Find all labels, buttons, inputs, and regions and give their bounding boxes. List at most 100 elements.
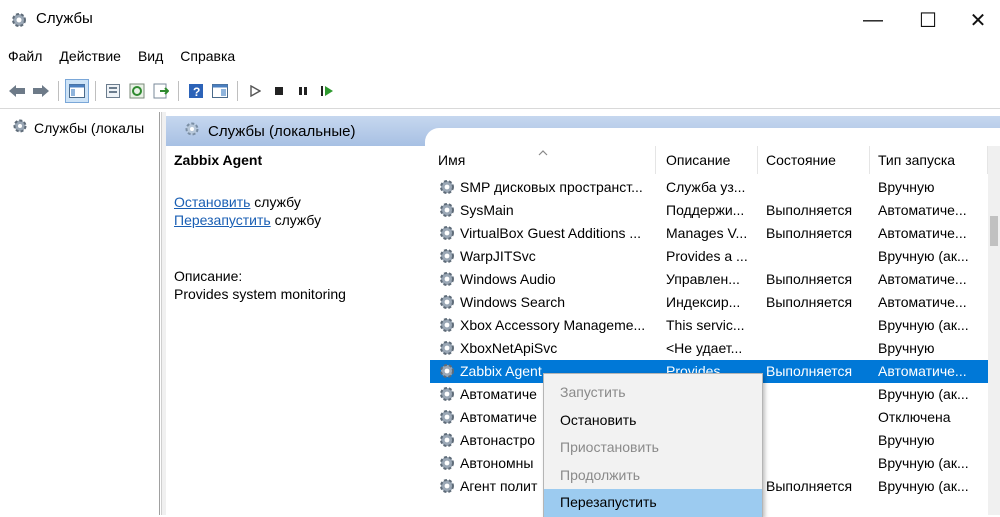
cell-name: SysMain <box>460 202 514 218</box>
cell-startup: Вручную (ак... <box>878 386 969 402</box>
service-gear-icon <box>438 362 456 383</box>
menu-help[interactable]: Справка <box>172 45 244 71</box>
table-row[interactable]: XboxNetApiSvc <Не удает... Вручную <box>430 337 990 360</box>
column-header-startup[interactable]: Тип запуска <box>870 146 988 174</box>
cell-description: Служба уз... <box>666 179 746 195</box>
table-row[interactable]: SMP дисковых пространст... Служба уз... Вр… <box>430 176 990 199</box>
table-row[interactable]: Windows Search Индексир... Выполняется Авто… <box>430 291 990 314</box>
start-service-icon[interactable] <box>244 80 266 102</box>
table-row[interactable]: WarpJITSvc Provides a ... Вручную (ак... <box>430 245 990 268</box>
table-row[interactable]: Xbox Accessory Manageme... This servic...… <box>430 314 990 337</box>
tree-item-services-local[interactable]: Службы (локалы <box>12 118 144 137</box>
cell-state: Выполняется <box>766 363 853 379</box>
context-menu-item[interactable]: Перезапустить <box>544 489 762 517</box>
service-gear-icon <box>438 247 456 268</box>
menu-action[interactable]: Действие <box>51 45 130 71</box>
vertical-scrollbar[interactable] <box>988 146 1000 515</box>
show-hide-pane-icon[interactable] <box>209 80 231 102</box>
toolbar: ? <box>6 76 338 106</box>
forward-arrow-icon[interactable] <box>30 80 52 102</box>
stop-service-suffix: службу <box>250 194 301 210</box>
restart-service-icon[interactable] <box>316 80 338 102</box>
service-gear-icon <box>438 385 456 406</box>
service-gear-icon <box>438 454 456 475</box>
menu-view[interactable]: Вид <box>130 45 172 71</box>
title-bar: Службы — ☐ ✕ <box>0 0 1000 40</box>
cell-startup: Автоматиче... <box>878 202 967 218</box>
service-details-pane: Zabbix Agent Остановить службу Перезапус… <box>166 146 424 515</box>
column-name-label: Имя <box>438 152 466 168</box>
context-menu-item-label: Остановить <box>560 411 637 428</box>
panel-tab-label: Службы (локальные) <box>208 122 356 140</box>
toolbar-divider <box>0 108 1000 109</box>
restart-service-line: Перезапустить службу <box>174 212 321 228</box>
cell-name: Xbox Accessory Manageme... <box>460 317 646 333</box>
cell-startup: Автоматиче... <box>878 294 967 310</box>
maximize-button[interactable]: ☐ <box>905 4 951 36</box>
console-tree: Службы (локалы <box>6 112 160 515</box>
description-text: Provides system monitoring <box>174 286 346 302</box>
cell-state: Выполняется <box>766 478 853 494</box>
service-gear-icon <box>438 477 456 498</box>
pause-service-icon[interactable] <box>292 80 314 102</box>
properties-icon[interactable] <box>102 80 124 102</box>
window-title: Службы <box>36 10 93 27</box>
refresh-icon[interactable] <box>126 80 148 102</box>
list-header-background <box>425 128 1000 148</box>
cell-startup: Отключена <box>878 409 951 425</box>
service-gear-icon <box>438 293 456 314</box>
table-row[interactable]: VirtualBox Guest Additions ... Manages V.… <box>430 222 990 245</box>
cell-description: Управлен... <box>666 271 740 287</box>
tree-item-label: Службы (локалы <box>34 119 145 136</box>
menu-file[interactable]: Файл <box>0 45 51 71</box>
cell-description: Поддержи... <box>666 202 745 218</box>
services-gear-icon <box>184 121 200 141</box>
restart-service-link[interactable]: Перезапустить <box>174 212 271 228</box>
table-row[interactable]: SysMain Поддержи... Выполняется Автоматиче.… <box>430 199 990 222</box>
cell-state: Выполняется <box>766 202 853 218</box>
cell-name: Windows Audio <box>460 271 556 287</box>
cell-state: Выполняется <box>766 225 853 241</box>
tab-services-local[interactable]: Службы (локальные) <box>174 116 365 146</box>
column-header-state[interactable]: Состояние <box>758 146 870 174</box>
cell-state: Выполняется <box>766 271 853 287</box>
context-menu-item-label: Приостановить <box>560 439 659 455</box>
cell-startup: Автоматиче... <box>878 363 967 379</box>
context-menu-item[interactable]: Продолжить <box>544 462 762 490</box>
context-menu-item[interactable]: Запустить <box>544 379 762 407</box>
service-gear-icon <box>438 270 456 291</box>
context-menu-item[interactable]: Остановить <box>544 407 762 435</box>
stop-service-icon[interactable] <box>268 80 290 102</box>
console-tree-icon[interactable] <box>65 79 89 103</box>
table-row[interactable]: Windows Audio Управлен... Выполняется Автом… <box>430 268 990 291</box>
minimize-button[interactable]: — <box>850 4 896 36</box>
cell-startup: Вручную <box>878 340 935 356</box>
stop-service-line: Остановить службу <box>174 194 301 210</box>
column-header-name[interactable]: Имя <box>430 146 656 174</box>
description-label: Описание: <box>174 268 243 284</box>
help-icon[interactable]: ? <box>185 80 207 102</box>
scrollbar-thumb[interactable] <box>990 216 998 246</box>
sort-ascending-icon <box>538 144 548 160</box>
toolbar-separator <box>95 81 96 101</box>
toolbar-separator <box>178 81 179 101</box>
cell-startup: Автоматиче... <box>878 271 967 287</box>
export-list-icon[interactable] <box>150 80 172 102</box>
cell-state: Выполняется <box>766 294 853 310</box>
cell-startup: Вручную <box>878 179 935 195</box>
cell-startup: Вручную (ак... <box>878 478 969 494</box>
close-button[interactable]: ✕ <box>955 4 1000 36</box>
cell-description: <Не удает... <box>666 340 743 356</box>
cell-description: Индексир... <box>666 294 741 310</box>
back-arrow-icon[interactable] <box>6 80 28 102</box>
context-menu-item[interactable]: Приостановить <box>544 434 762 462</box>
toolbar-separator <box>237 81 238 101</box>
cell-startup: Вручную (ак... <box>878 248 969 264</box>
cell-description: Manages V... <box>666 225 748 241</box>
cell-name: WarpJITSvc <box>460 248 536 264</box>
cell-startup: Вручную <box>878 432 935 448</box>
column-header-description[interactable]: Описание <box>658 146 758 174</box>
cell-name: SMP дисковых пространст... <box>460 179 643 195</box>
cell-description: Provides a ... <box>666 248 748 264</box>
stop-service-link[interactable]: Остановить <box>174 194 250 210</box>
